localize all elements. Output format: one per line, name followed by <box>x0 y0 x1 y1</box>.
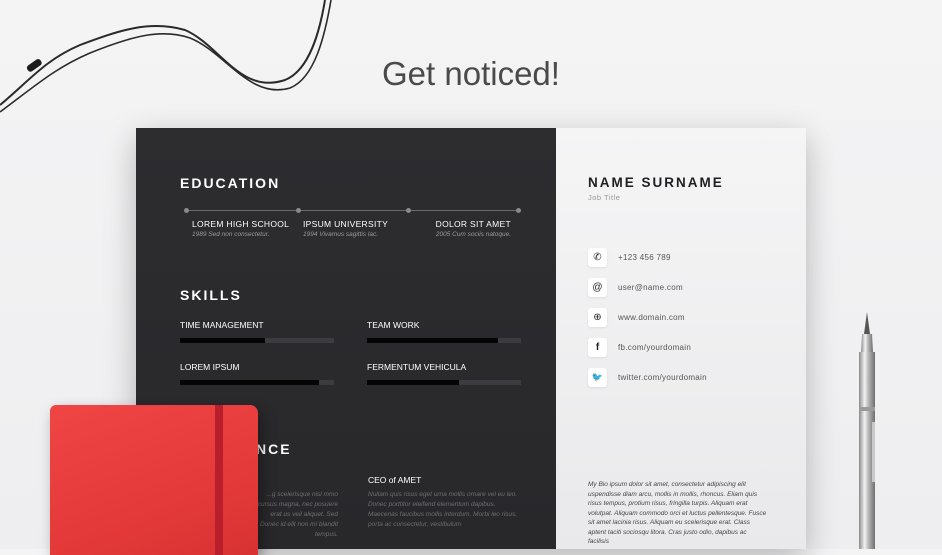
skill-bar-fill <box>180 380 319 385</box>
education-school: LOREM HIGH SCHOOL <box>192 219 290 229</box>
contact-text: twitter.com/yourdomain <box>618 372 707 382</box>
skill-bar-fill <box>180 338 265 343</box>
twitter-icon: 🐦 <box>588 367 607 387</box>
skill-bar <box>367 380 521 385</box>
contact-website: ⊕ www.domain.com <box>588 307 685 327</box>
skill-label: LOREM IPSUM <box>180 362 240 372</box>
contact-text: user@name.com <box>618 282 683 292</box>
timeline-dot <box>406 208 411 213</box>
education-school: IPSUM UNIVERSITY <box>303 219 389 229</box>
timeline-dot <box>516 208 521 213</box>
timeline-dot <box>296 208 301 213</box>
skills-heading: SKILLS <box>180 287 242 303</box>
education-school: DOLOR SIT AMET <box>435 219 511 229</box>
contact-phone: ✆ +123 456 789 <box>588 247 671 267</box>
education-detail: 2005 Cum sociis natoque. <box>435 231 511 238</box>
at-icon: @ <box>588 277 607 297</box>
resume-bio: My Bio ipsum dolor sit amet, consectetur… <box>588 481 767 545</box>
skill-label: FERMENTUM VEHICULA <box>367 362 467 372</box>
page-headline: Get noticed! <box>382 55 560 92</box>
facebook-icon: f <box>588 337 607 357</box>
phone-icon: ✆ <box>588 247 607 267</box>
education-item: IPSUM UNIVERSITY 1994 Vivamus sagittis l… <box>303 219 388 238</box>
timeline-dot <box>184 208 189 213</box>
contact-facebook: f fb.com/yourdomain <box>588 337 691 357</box>
experience-text: Nullam quis risus eget urna mollis ornar… <box>368 491 518 528</box>
education-item: LOREM HIGH SCHOOL 1989 Sed non consectet… <box>192 219 289 238</box>
education-timeline <box>186 210 518 211</box>
skill-bar <box>180 338 334 343</box>
contact-text: www.domain.com <box>618 312 685 322</box>
notebook-elastic-band <box>215 405 223 555</box>
skill-bar <box>180 380 334 385</box>
education-item: DOLOR SIT AMET 2005 Cum sociis natoque. <box>416 219 511 238</box>
contact-text: fb.com/yourdomain <box>618 342 692 352</box>
contact-email: @ user@name.com <box>588 277 683 297</box>
skill-label: TEAM WORK <box>367 320 420 330</box>
resume-name: NAME SURNAME <box>588 175 724 190</box>
education-detail: 1994 Vivamus sagittis lac. <box>303 231 379 238</box>
experience-heading: NCE <box>256 441 292 457</box>
contact-twitter: 🐦 twitter.com/yourdomain <box>588 367 707 387</box>
globe-icon: ⊕ <box>588 307 607 327</box>
education-detail: 1989 Sed non consectetur. <box>192 231 270 238</box>
skill-bar-fill <box>367 338 498 343</box>
education-heading: EDUCATION <box>180 175 281 191</box>
contact-text: +123 456 789 <box>618 252 671 262</box>
red-notebook-decoration <box>50 405 258 555</box>
pen-decoration <box>859 312 875 549</box>
skill-bar-fill <box>367 380 460 385</box>
experience-role: CEO of AMET <box>368 475 422 485</box>
skill-label: TIME MANAGEMENT <box>180 320 264 330</box>
resume-job-title: Job Title <box>588 193 621 202</box>
skill-bar <box>367 338 521 343</box>
experience-text-left: ...g scelerisque nisl mmo cursus magna, … <box>257 491 338 538</box>
resume-light-panel: NAME SURNAME Job Title ✆ +123 456 789 @ … <box>556 128 806 549</box>
